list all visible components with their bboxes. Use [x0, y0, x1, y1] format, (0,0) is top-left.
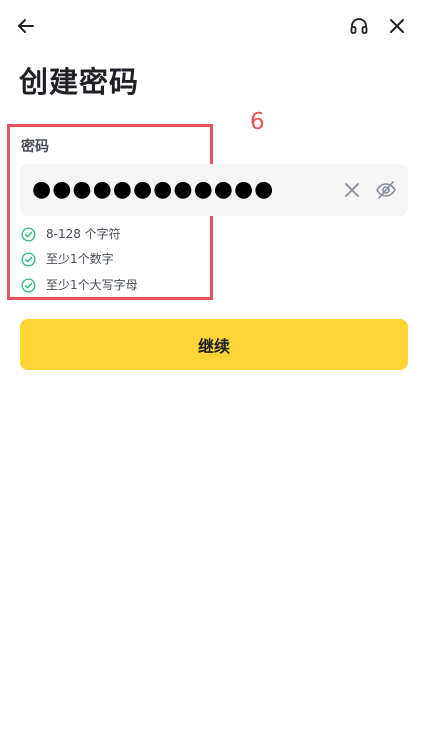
page-title: 创建密码: [19, 65, 140, 99]
password-field[interactable]: ●●●●●●●●●●●●: [20, 164, 408, 216]
back-button[interactable]: [12, 12, 40, 40]
arrow-left-icon: [18, 19, 34, 33]
rule-text: 至少1个数字: [46, 252, 114, 266]
rule-item: 至少1个大写字母: [21, 275, 138, 295]
check-circle-icon: [21, 226, 36, 242]
check-circle-icon: [21, 277, 36, 293]
password-label: 密码: [21, 139, 49, 155]
toggle-visibility-button[interactable]: [374, 178, 398, 202]
close-icon: [390, 19, 404, 33]
rule-item: 8-128 个字符: [21, 224, 121, 244]
close-button[interactable]: [383, 12, 411, 40]
check-circle-icon: [21, 251, 36, 267]
support-button[interactable]: [345, 12, 373, 40]
clear-password-button[interactable]: [340, 178, 364, 202]
continue-button[interactable]: 继续: [20, 319, 408, 370]
headset-icon: [350, 18, 368, 34]
password-value[interactable]: ●●●●●●●●●●●●: [32, 177, 274, 203]
rule-item: 至少1个数字: [21, 249, 114, 269]
top-bar: [0, 0, 431, 54]
rule-text: 至少1个大写字母: [46, 278, 138, 292]
annotation-number: 6: [250, 109, 265, 135]
eye-off-icon: [376, 181, 396, 199]
clear-icon: [345, 183, 359, 197]
rule-text: 8-128 个字符: [46, 227, 121, 241]
